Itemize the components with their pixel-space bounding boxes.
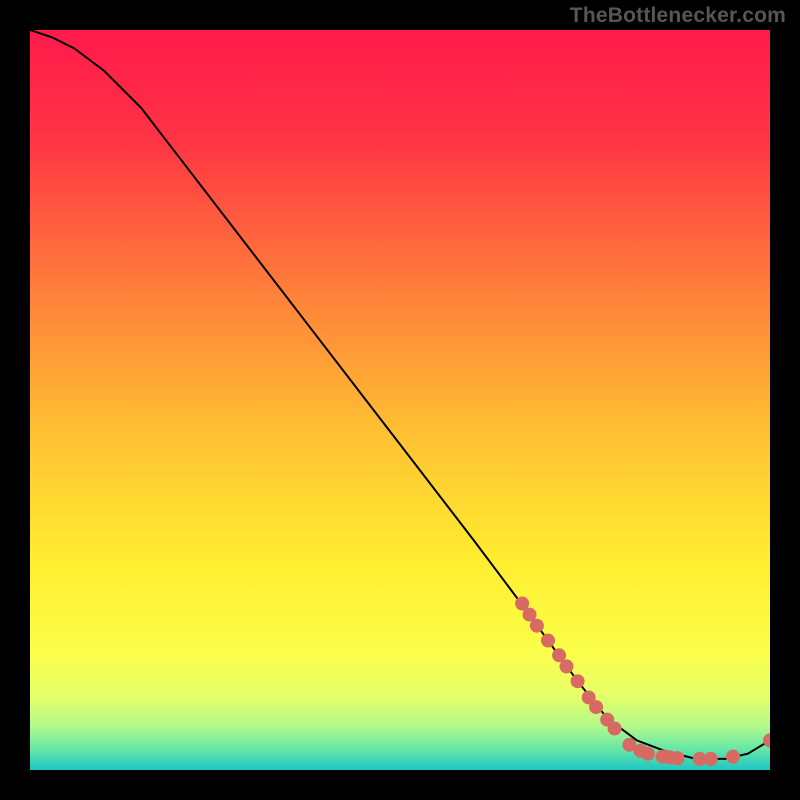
marker-group bbox=[515, 597, 770, 766]
marker-cluster-upper-79 bbox=[608, 722, 622, 736]
marker-cluster-upper-76b bbox=[589, 700, 603, 714]
marker-cluster-upper-74 bbox=[571, 674, 585, 688]
marker-cluster-upper-70 bbox=[541, 634, 555, 648]
chart-container: TheBottlenecker.com bbox=[0, 0, 800, 800]
marker-cluster-upper-72b bbox=[560, 659, 574, 673]
marker-floor-92 bbox=[704, 752, 718, 766]
marker-floor-83 bbox=[641, 747, 655, 761]
marker-end-100 bbox=[763, 733, 770, 747]
attribution-label: TheBottlenecker.com bbox=[570, 4, 786, 28]
marker-floor-95 bbox=[726, 750, 740, 764]
chart-overlay bbox=[30, 30, 770, 770]
plot-area bbox=[30, 30, 770, 770]
marker-floor-87 bbox=[671, 751, 685, 765]
bottleneck-curve-line bbox=[30, 30, 770, 759]
marker-cluster-upper-68 bbox=[530, 619, 544, 633]
